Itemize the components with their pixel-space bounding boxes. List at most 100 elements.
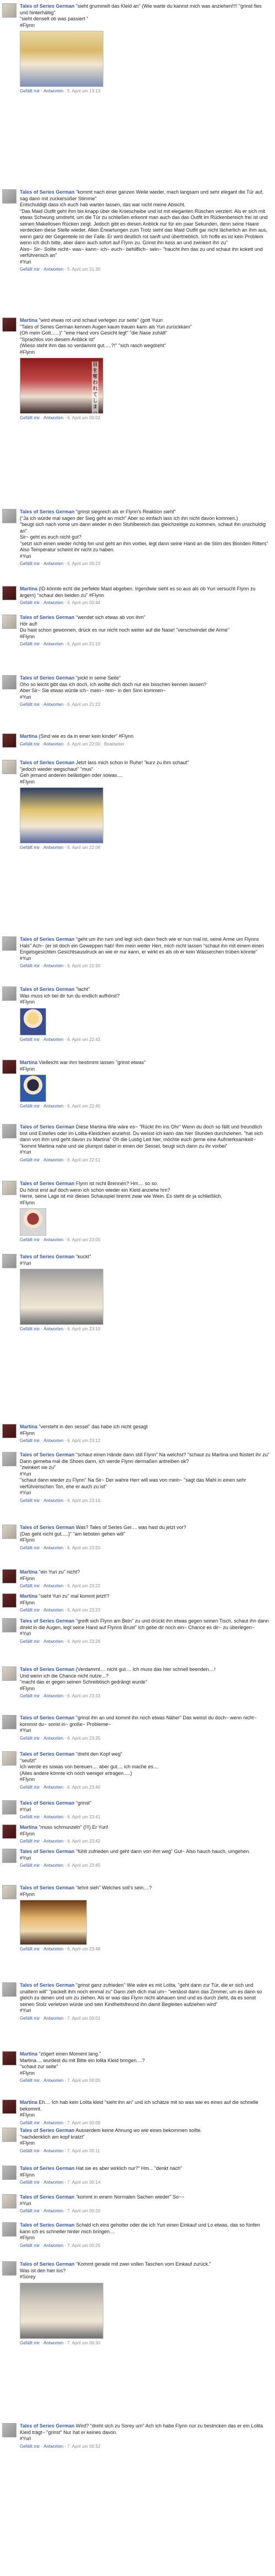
timestamp[interactable]: 6. April um 23:05 [67,1237,100,1242]
avatar[interactable] [2,1569,16,1583]
like-reply-actions[interactable]: Gefällt mir · Antworten · [20,2016,66,2021]
timestamp[interactable]: 6. April um 23:26 [67,1639,100,1644]
timestamp[interactable]: 6. April um 00:44 [67,600,100,605]
attached-image[interactable] [20,1075,46,1102]
like-reply-actions[interactable]: Gefällt mir · Antworten · [20,742,66,747]
avatar[interactable] [2,936,16,951]
timestamp[interactable]: 6. April um 22:00 · Bearbeitet [67,742,124,747]
like-reply-actions[interactable]: Gefällt mir · Antworten · [20,702,66,707]
avatar[interactable] [2,1254,16,1268]
timestamp[interactable]: 6. April um 00:23 [67,561,100,566]
avatar[interactable] [2,2100,16,2114]
author-link[interactable]: Tales of Series German [20,2166,74,2171]
author-link[interactable]: Tales of Series German [20,509,74,514]
timestamp[interactable]: 6. April um 23:10 [67,1327,100,1331]
timestamp[interactable]: 7. April um 00:25 [67,2243,100,2248]
avatar[interactable] [2,1800,16,1815]
like-reply-actions[interactable]: Gefällt mir · Antworten · [20,1545,66,1550]
avatar[interactable] [2,1060,16,1074]
like-reply-actions[interactable]: Gefällt mir · Antworten · [20,963,66,968]
like-reply-actions[interactable]: Gefällt mir · Antworten · [20,2149,66,2153]
author-link[interactable]: Tales of Series German [20,1751,74,1757]
author-link[interactable]: Martina [20,1569,37,1575]
avatar[interactable] [2,2261,16,2276]
like-reply-actions[interactable]: Gefällt mir · Antworten · [20,1608,66,1613]
like-reply-actions[interactable]: Gefällt mir · Antworten · [20,2078,66,2083]
avatar[interactable] [2,189,16,204]
like-reply-actions[interactable]: Gefällt mir · Antworten · [20,2120,66,2125]
like-reply-actions[interactable]: Gefällt mir · Antworten · [20,267,66,272]
attached-image[interactable] [20,1269,103,1325]
author-link[interactable]: Tales of Series German [20,675,74,681]
like-reply-actions[interactable]: Gefällt mir · Antworten · [20,1639,66,1644]
like-reply-actions[interactable]: Gefällt mir · Antworten · [20,2341,66,2345]
like-reply-actions[interactable]: Gefällt mir · Antworten · [20,642,66,646]
avatar[interactable] [2,3,16,18]
avatar[interactable] [2,675,16,689]
avatar[interactable] [2,2423,16,2437]
author-link[interactable]: Tales of Series German [20,986,74,992]
timestamp[interactable]: 7. April um 00:08 [67,2120,100,2125]
timestamp[interactable]: 7. April um 00:30 [67,2341,100,2345]
author-link[interactable]: Tales of Series German [20,1618,74,1624]
like-reply-actions[interactable]: Gefällt mir · Antworten · [20,1947,66,1952]
timestamp[interactable]: 6. April um 21:22 [67,702,100,707]
author-link[interactable]: Tales of Series German [20,1667,74,1672]
attached-image[interactable] [20,2282,103,2339]
avatar[interactable] [2,986,16,1001]
timestamp[interactable]: 6. April um 21:19 [67,642,100,646]
author-link[interactable]: Tales of Series German [20,3,74,9]
attached-image[interactable] [20,31,103,87]
author-link[interactable]: Martina [20,1060,37,1065]
avatar[interactable] [2,1885,16,1899]
author-link[interactable]: Tales of Series German [20,1982,74,1988]
avatar[interactable] [2,733,16,748]
author-link[interactable]: Tales of Series German [20,1181,74,1186]
author-link[interactable]: Tales of Series German [20,1849,74,1854]
avatar[interactable] [2,1751,16,1766]
like-reply-actions[interactable]: Gefällt mir · Antworten · [20,1839,66,1844]
author-link[interactable]: Tales of Series German [20,1525,74,1530]
timestamp[interactable]: 6. April um 23:45 [67,1863,100,1868]
avatar[interactable] [2,1824,16,1839]
timestamp[interactable]: 6. April um 22:45 [67,1104,100,1109]
like-reply-actions[interactable]: Gefällt mir · Antworten · [20,1693,66,1698]
author-link[interactable]: Tales of Series German [20,760,74,765]
timestamp[interactable]: 6. April um 22:09 [67,845,100,850]
timestamp[interactable]: 6. April um 23:42 [67,1839,100,1844]
avatar[interactable] [2,586,16,600]
timestamp[interactable]: 7. April um 00:11 [67,2149,100,2153]
author-link[interactable]: Tales of Series German [20,615,74,620]
timestamp[interactable]: 7. April um 00:32 [67,2444,100,2449]
author-link[interactable]: Tales of Series German [20,2222,74,2228]
avatar[interactable] [2,1124,16,1138]
avatar[interactable] [2,2051,16,2065]
like-reply-actions[interactable]: Gefällt mir · Antworten · [20,600,66,605]
author-link[interactable]: Martina [20,1424,37,1429]
like-reply-actions[interactable]: Gefällt mir · Antworten · [20,1815,66,1819]
author-link[interactable]: Tales of Series German [20,1124,74,1130]
timestamp[interactable]: 6. April um 22:51 [67,1158,100,1163]
attached-image[interactable] [20,1007,46,1035]
timestamp[interactable]: 7. April um 00:20 [67,2208,100,2213]
timestamp[interactable]: 6. April um 23:35 [67,1736,100,1741]
avatar[interactable] [2,1181,16,1195]
timestamp[interactable]: 6. April um 22:30 [67,963,100,968]
timestamp[interactable]: 7. April um 00:01 [67,2016,100,2021]
author-link[interactable]: Tales of Series German [20,2194,74,2200]
like-reply-actions[interactable]: Gefällt mir · Antworten · [20,1104,66,1109]
like-reply-actions[interactable]: Gefällt mir · Antworten · [20,1438,66,1443]
avatar[interactable] [2,615,16,629]
avatar[interactable] [2,760,16,774]
timestamp[interactable]: 7. April um 00:05 [67,2078,100,2083]
like-reply-actions[interactable]: Gefällt mir · Antworten · [20,1037,66,1042]
like-reply-actions[interactable]: Gefällt mir · Antworten · [20,2444,66,2449]
author-link[interactable]: Tales of Series German [20,936,74,942]
timestamp[interactable]: 5. April um 13:13 [67,89,100,94]
avatar[interactable] [2,509,16,523]
author-link[interactable]: Martina [20,586,37,591]
like-reply-actions[interactable]: Gefällt mir · Antworten · [20,89,66,94]
like-reply-actions[interactable]: Gefällt mir · Antworten · [20,1863,66,1868]
avatar[interactable] [2,317,16,332]
like-reply-actions[interactable]: Gefällt mir · Antworten · [20,1327,66,1331]
